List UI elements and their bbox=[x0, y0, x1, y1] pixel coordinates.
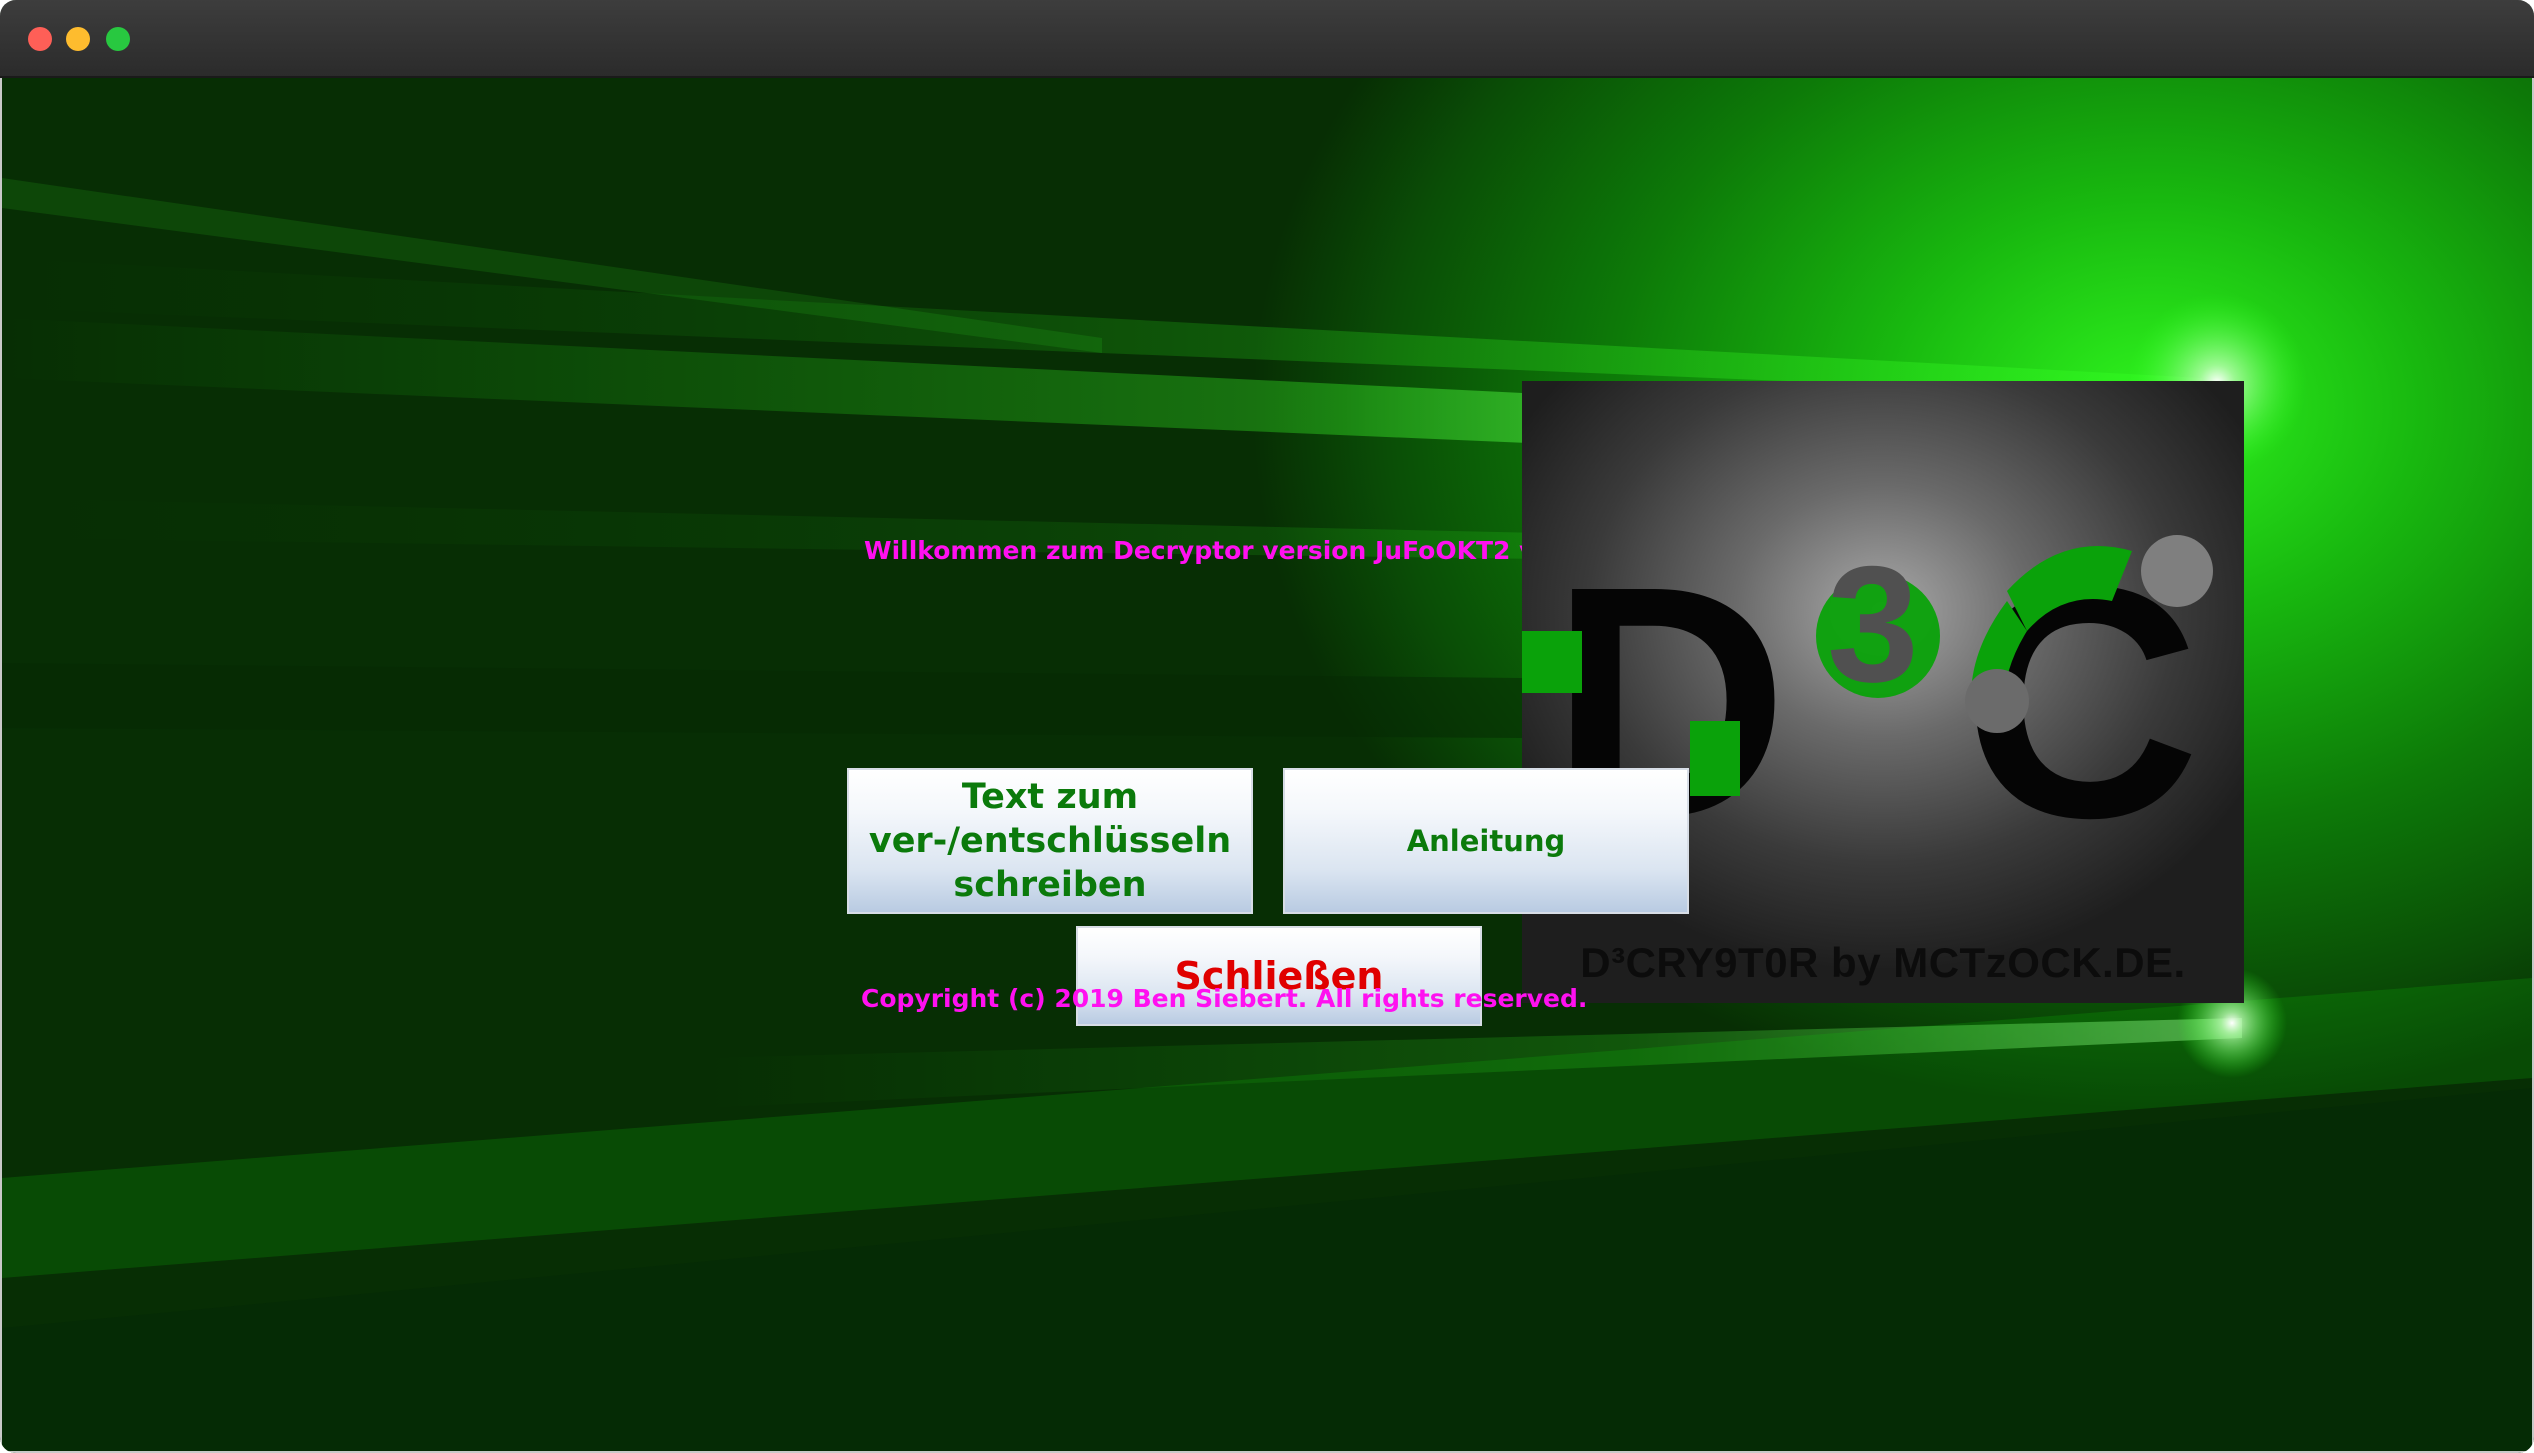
app-window: Willkommen zum Decryptor version JuFoOKT… bbox=[0, 0, 2534, 1453]
close-window-button[interactable] bbox=[28, 27, 52, 51]
window-content: Willkommen zum Decryptor version JuFoOKT… bbox=[2, 78, 2532, 1451]
minimize-window-button[interactable] bbox=[66, 27, 90, 51]
logo-caption: D³CRY9T0R by MCTzOCK.DE. bbox=[1580, 939, 2186, 986]
copyright-notice: Copyright (c) 2019 Ben Siebert. All righ… bbox=[861, 984, 1588, 1013]
write-text-button[interactable]: Text zum ver-/entschlüsseln schreiben bbox=[847, 768, 1253, 914]
guide-button[interactable]: Anleitung bbox=[1283, 768, 1689, 914]
logo-superscript: 3 bbox=[1827, 532, 1919, 716]
maximize-window-button[interactable] bbox=[106, 27, 130, 51]
title-bar bbox=[0, 0, 2534, 78]
